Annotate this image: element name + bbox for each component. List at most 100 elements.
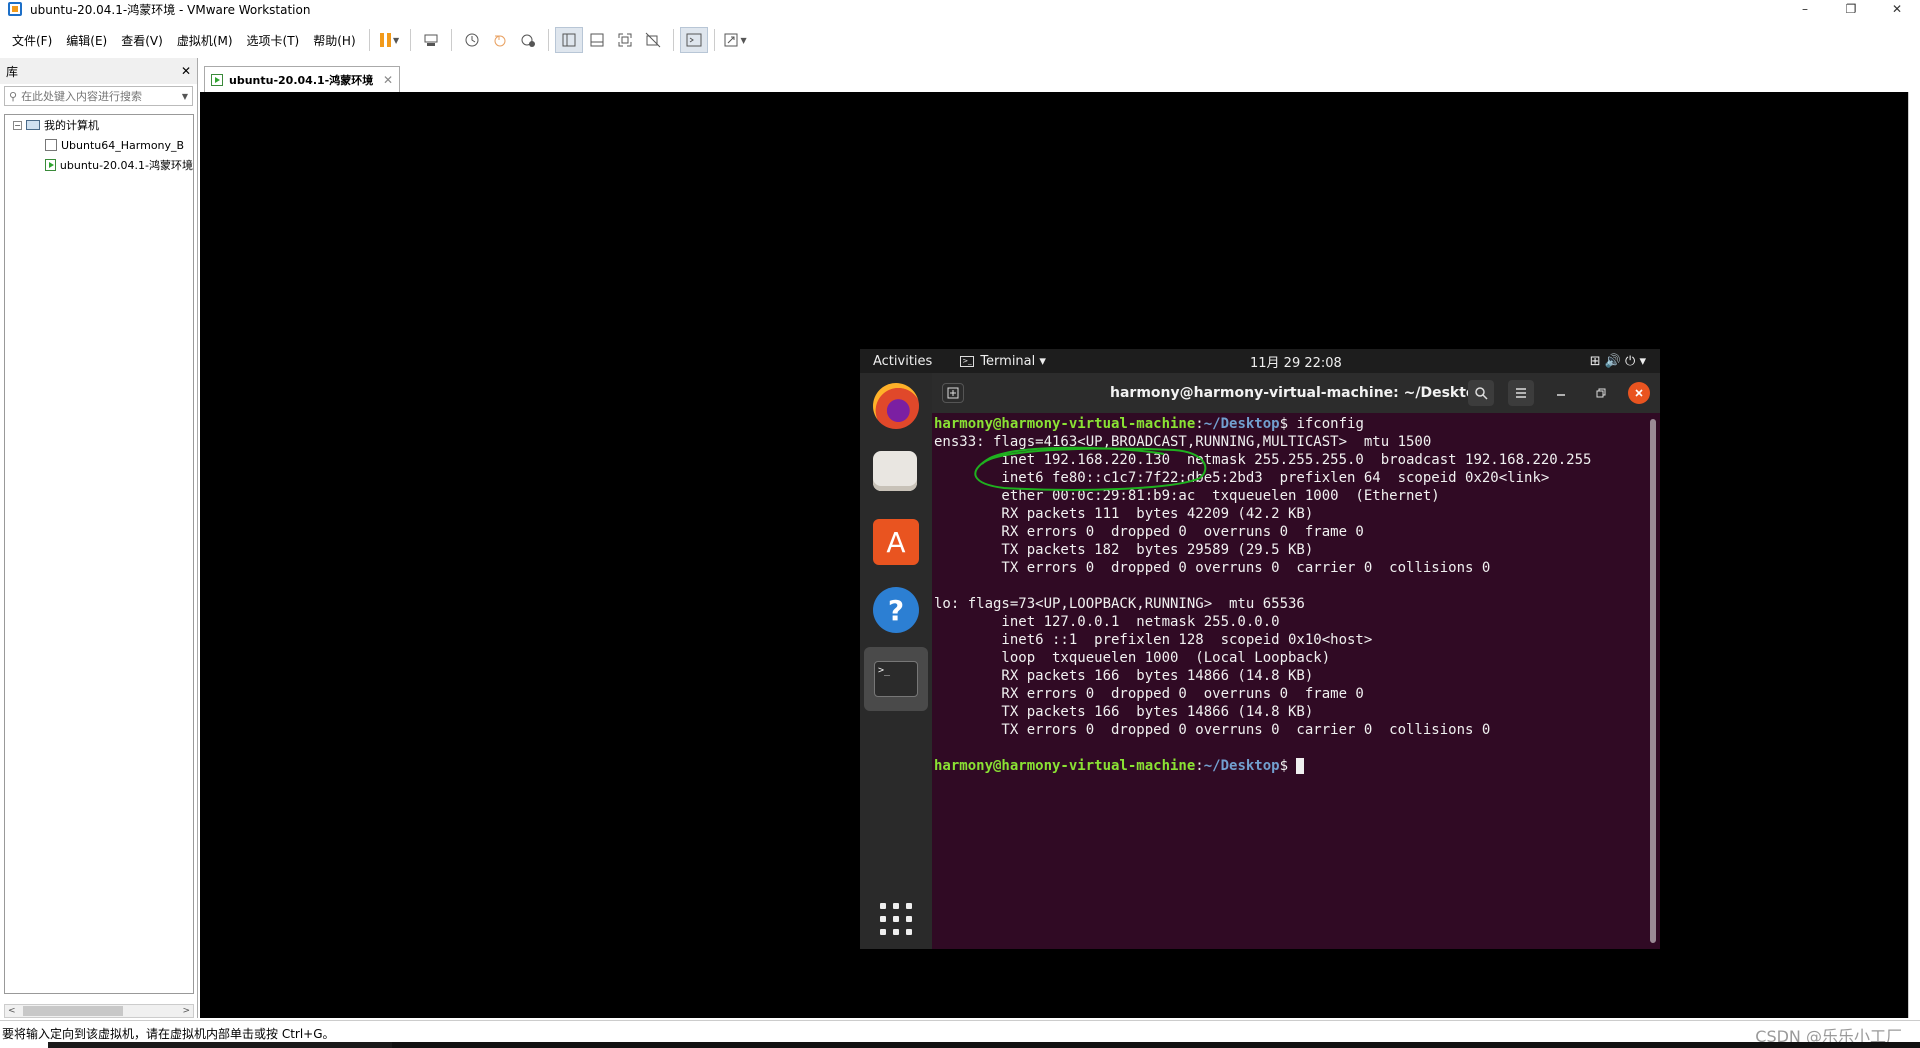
prompt-path: ~/Desktop [1203,416,1280,432]
terminal-small-icon: >_ [960,355,975,367]
unity-button[interactable] [639,27,667,53]
fullscreen-button[interactable] [611,27,639,53]
scroll-right-icon[interactable]: > [182,1006,190,1016]
pause-button[interactable]: ▼ [376,27,404,53]
ubuntu-dock: A ? >_ [860,373,932,949]
files-icon[interactable] [873,451,917,491]
firefox-icon[interactable] [873,383,919,429]
close-icon [1635,389,1643,397]
collapse-icon[interactable]: − [13,120,22,130]
toolbar-separator [547,29,549,51]
vm-tab-bar: ubuntu-20.04.1-鸿蒙环境 ✕ [200,66,1920,92]
scroll-left-icon[interactable]: < [8,1006,16,1016]
terminal-dock-icon[interactable]: >_ [864,647,928,711]
software-center-icon[interactable]: A [873,519,919,565]
show-applications-icon[interactable] [880,903,912,935]
menu-help[interactable]: 帮助(H) [306,32,362,49]
hamburger-menu-button[interactable] [1508,380,1534,406]
send-ctrl-alt-del-button[interactable] [417,27,445,53]
fullscreen-icon [618,33,632,47]
status-message: 要将输入定向到该虚拟机，请在虚拟机内部单击或按 Ctrl+G。 [2,1027,335,1041]
terminal-scrollbar[interactable] [1650,419,1656,943]
vm-vertical-scrollbar[interactable] [1908,92,1920,1018]
library-panel-icon [562,33,576,47]
stretch-button[interactable]: ▼ [721,27,749,53]
system-tray[interactable]: ⊞ 🔊 ⏻ ▾ [1590,354,1646,369]
taskbar-segment [392,1042,1920,1048]
terminal-icon: >_ [874,661,918,697]
minimize-button[interactable]: – [1782,0,1828,18]
pause-icon [380,33,392,47]
library-horizontal-scrollbar[interactable]: < > [4,1004,194,1018]
library-header: 库 ✕ [0,58,197,84]
activities-button[interactable]: Activities [873,354,932,369]
library-search-input[interactable] [21,89,180,103]
clock[interactable]: 11月 29 22:08 [1250,352,1342,371]
terminal-output[interactable]: harmony@harmony-virtual-machine:~/Deskto… [932,413,1642,945]
thumbnail-icon [590,33,604,47]
library-close-button[interactable]: ✕ [181,64,191,78]
menu-file[interactable]: 文件(F) [0,32,59,49]
taskbar-strip [0,1042,1920,1048]
search-icon [1475,387,1488,400]
search-button[interactable] [1468,380,1494,406]
ubuntu-desktop[interactable]: Activities >_ Terminal ▾ 11月 29 22:08 ⊞ … [860,349,1660,949]
hamburger-icon [1516,388,1526,398]
prompt-separator: : [1195,416,1204,432]
library-panel: 库 ✕ ⚲ ▼ − 我的计算机 Ubuntu64_Harmony_B ubunt… [0,58,198,1018]
revert-snapshot-button[interactable] [486,27,514,53]
terminal-cursor [1296,758,1305,774]
restore-button[interactable]: ❐ [1828,0,1874,18]
window-title: ubuntu-20.04.1-鸿蒙环境 - VMware Workstation [30,2,311,17]
tree-item-my-computer[interactable]: − 我的计算机 [5,115,193,135]
menu-edit[interactable]: 编辑(E) [59,32,114,49]
terminal-window-controls [1468,380,1650,406]
annotation-circle [974,446,1207,491]
maximize-button[interactable] [1588,380,1614,406]
tree-item-vm-running[interactable]: ubuntu-20.04.1-鸿蒙环境 [5,155,193,175]
menu-vm[interactable]: 虚拟机(M) [170,32,240,49]
scrollbar-thumb[interactable] [23,1006,123,1016]
snapshot-manager-button[interactable] [514,27,542,53]
send-keys-icon [424,34,438,46]
menu-view[interactable]: 查看(V) [114,32,170,49]
vm-console[interactable]: Activities >_ Terminal ▾ 11月 29 22:08 ⊞ … [200,92,1920,1018]
tab-close-button[interactable]: ✕ [383,73,393,87]
new-tab-icon [947,387,959,399]
tab-ubuntu-vm[interactable]: ubuntu-20.04.1-鸿蒙环境 ✕ [204,66,400,92]
show-library-button[interactable] [554,27,583,53]
new-tab-button[interactable] [942,383,964,403]
revert-snapshot-icon [494,35,506,47]
close-button[interactable] [1628,382,1650,404]
annotation-stroke [974,446,1207,491]
tree-item-label: Ubuntu64_Harmony_B [61,138,185,152]
console-view-button[interactable] [679,27,708,53]
prompt-user: harmony@harmony-virtual-machine [934,416,1196,432]
toolbar-separator [672,29,674,51]
terminal-command: ifconfig [1296,416,1364,432]
library-search-box[interactable]: ⚲ ▼ [4,86,193,106]
toolbar-separator [409,29,411,51]
minimize-button[interactable] [1548,380,1574,406]
snapshot-icon [465,33,479,47]
restore-icon [1596,388,1606,398]
chevron-down-icon: ▼ [393,35,400,45]
vm-running-icon [211,73,223,86]
snapshot-button[interactable] [458,27,486,53]
prompt-user: harmony@harmony-virtual-machine [934,758,1196,774]
window-titlebar: ubuntu-20.04.1-鸿蒙环境 - VMware Workstation… [0,0,1920,18]
gnome-top-bar: Activities >_ Terminal ▾ 11月 29 22:08 ⊞ … [860,349,1660,373]
chevron-down-icon[interactable]: ▼ [182,92,188,101]
library-tree: − 我的计算机 Ubuntu64_Harmony_B ubuntu-20.04.… [4,114,194,994]
help-icon[interactable]: ? [873,587,919,633]
computer-icon [26,120,40,130]
thumbnail-bar-button[interactable] [583,27,611,53]
close-button[interactable]: ✕ [1874,0,1920,18]
tree-item-vm[interactable]: Ubuntu64_Harmony_B [5,135,193,155]
app-menu[interactable]: >_ Terminal ▾ [960,354,1046,369]
tab-label: ubuntu-20.04.1-鸿蒙环境 [229,73,374,87]
console-icon [686,33,702,47]
menu-tabs[interactable]: 选项卡(T) [240,32,307,49]
menu-toolbar: 文件(F) 编辑(E) 查看(V) 虚拟机(M) 选项卡(T) 帮助(H) ▼ … [0,22,1920,58]
snapshot-manager-icon [521,34,535,47]
